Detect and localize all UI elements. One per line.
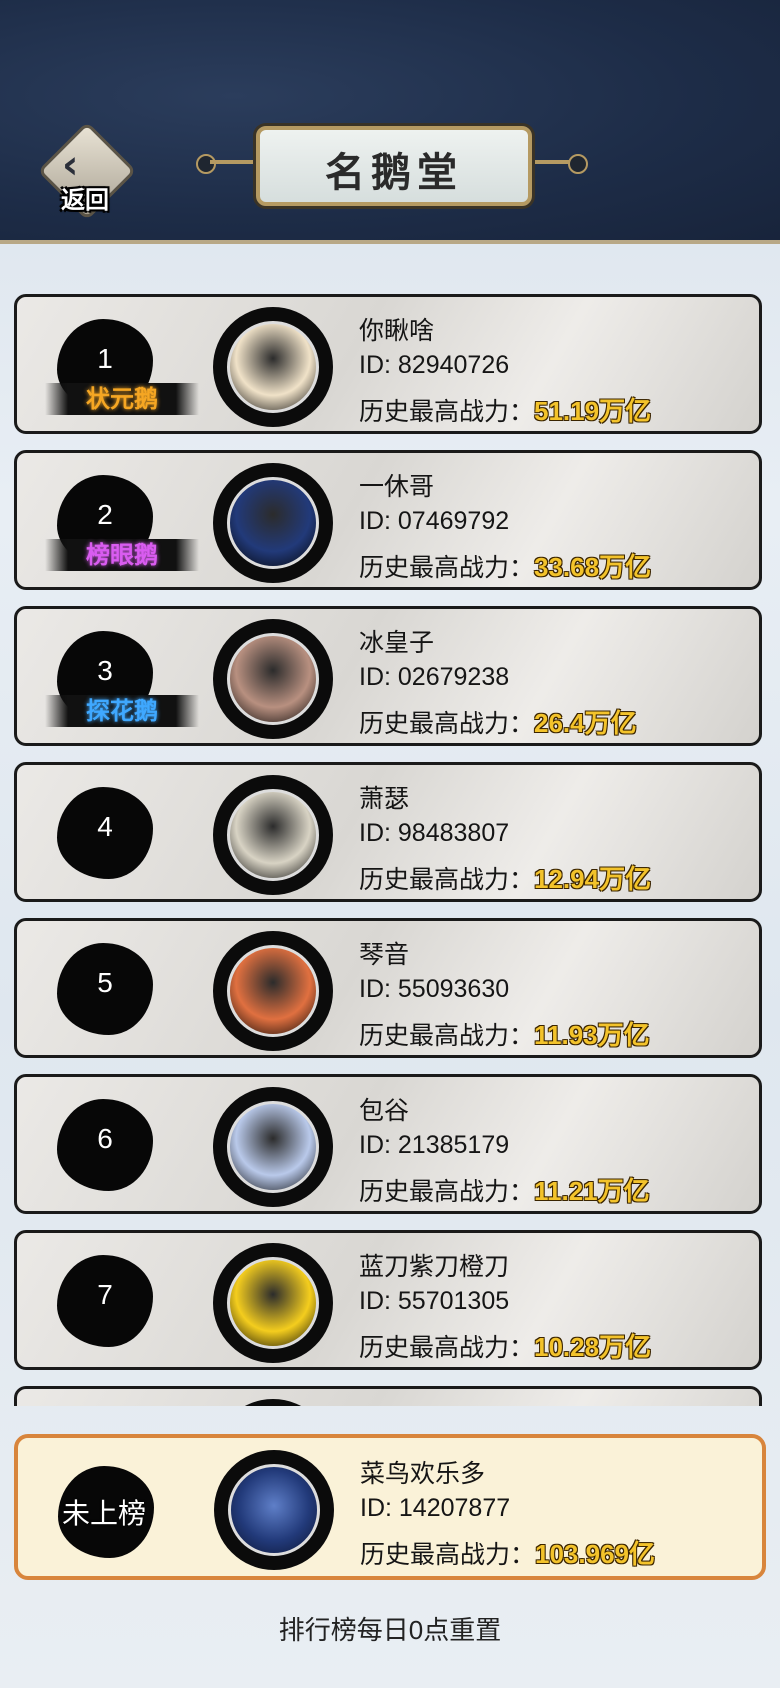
player-id: ID: 55701305 bbox=[359, 1287, 510, 1315]
leaderboard-list[interactable]: 1 状元鹅 你瞅啥 ID: 82940726 历史最高战力：51.19万亿 2 … bbox=[0, 244, 780, 1406]
power-line: 历史最高战力：33.68万亿 bbox=[359, 547, 651, 584]
power-line: 历史最高战力：12.94万亿 bbox=[359, 859, 651, 896]
rank-number: 2 bbox=[97, 499, 113, 530]
rank-row[interactable]: 7 蓝刀紫刀橙刀 ID: 55701305 历史最高战力：10.28万亿 bbox=[14, 1230, 762, 1370]
avatar-frame bbox=[213, 1087, 333, 1207]
player-name: 一休哥 bbox=[359, 473, 435, 501]
rank-number: 1 bbox=[97, 343, 113, 374]
rank-number: 4 bbox=[97, 811, 113, 842]
rank-title-tag: 探花鹅 bbox=[45, 695, 199, 727]
rank-title-tag: 榜眼鹅 bbox=[45, 539, 199, 571]
back-label: 返回 bbox=[61, 185, 109, 214]
power-label: 历史最高战力： bbox=[359, 866, 535, 894]
power-label: 历史最高战力： bbox=[360, 1541, 536, 1569]
avatar-frame bbox=[213, 1243, 333, 1363]
rank-title-text: 探花鹅 bbox=[86, 696, 158, 725]
player-name: 你瞅啥 bbox=[359, 317, 435, 345]
power-label: 历史最高战力： bbox=[359, 1178, 535, 1206]
rank-number: 6 bbox=[97, 1123, 113, 1154]
goose-avatar[interactable] bbox=[227, 1257, 319, 1349]
power-line: 历史最高战力：26.4万亿 bbox=[359, 703, 637, 740]
fortune-cat-avatar[interactable] bbox=[227, 945, 319, 1037]
player-name: 琴音 bbox=[359, 941, 410, 969]
power-line: 历史最高战力：10.28万亿 bbox=[359, 1327, 651, 1364]
power-value: 33.68万亿 bbox=[534, 552, 652, 582]
rank-row[interactable]: 2 榜眼鹅 一休哥 ID: 07469792 历史最高战力：33.68万亿 bbox=[14, 450, 762, 590]
avatar-frame bbox=[213, 775, 333, 895]
power-line: 历史最高战力：11.93万亿 bbox=[359, 1015, 650, 1052]
my-name: 菜鸟欢乐多 bbox=[360, 1460, 486, 1488]
player-id: ID: 21385179 bbox=[359, 1131, 510, 1159]
player-name: 冰皇子 bbox=[359, 629, 435, 657]
my-rank-row: 未上榜 菜鸟欢乐多 ID: 14207877 历史最高战力：103.969亿 bbox=[14, 1434, 766, 1580]
rank-row[interactable]: 3 探花鹅 冰皇子 ID: 02679238 历史最高战力：26.4万亿 bbox=[14, 606, 762, 746]
rank-row[interactable]: 5 琴音 ID: 55093630 历史最高战力：11.93万亿 bbox=[14, 918, 762, 1058]
power-label: 历史最高战力： bbox=[359, 554, 535, 582]
ninja-avatar[interactable] bbox=[227, 477, 319, 569]
page-title: 名鹅堂 bbox=[325, 149, 463, 196]
anime-girl-avatar[interactable] bbox=[227, 1101, 319, 1193]
title-banner: 名鹅堂 bbox=[256, 126, 532, 206]
avatar-frame bbox=[214, 1450, 334, 1570]
my-rank-label: 未上榜 bbox=[61, 1498, 146, 1529]
player-id: ID: 02679238 bbox=[359, 663, 510, 691]
rank-number: 7 bbox=[97, 1279, 113, 1310]
my-power-line: 历史最高战力：103.969亿 bbox=[360, 1534, 655, 1571]
rank-title-text: 状元鹅 bbox=[86, 384, 158, 413]
cartoon-cat-avatar[interactable] bbox=[227, 789, 319, 881]
power-value: 10.28万亿 bbox=[534, 1332, 652, 1362]
back-button[interactable]: ‹ 返回 bbox=[32, 121, 137, 221]
power-value: 26.4万亿 bbox=[534, 708, 637, 738]
kids-photo-avatar[interactable] bbox=[227, 633, 319, 725]
power-label: 历史最高战力： bbox=[359, 398, 535, 426]
rank-row[interactable]: 4 萧瑟 ID: 98483807 历史最高战力：12.94万亿 bbox=[14, 762, 762, 902]
reset-note: 排行榜每日0点重置 bbox=[278, 1615, 502, 1645]
rank-title-tag: 状元鹅 bbox=[45, 383, 199, 415]
player-id: ID: 55093630 bbox=[359, 975, 510, 1003]
player-id: ID: 82940726 bbox=[359, 351, 510, 379]
rank-row[interactable]: 6 包谷 ID: 21385179 历史最高战力：11.21万亿 bbox=[14, 1074, 762, 1214]
my-power-value: 103.969亿 bbox=[535, 1539, 655, 1569]
player-id: ID: 07469792 bbox=[359, 507, 510, 535]
player-name: 包谷 bbox=[359, 1097, 410, 1125]
avatar-frame bbox=[213, 931, 333, 1051]
player-name: 蓝刀紫刀橙刀 bbox=[359, 1253, 510, 1281]
power-value: 11.21万亿 bbox=[534, 1176, 650, 1206]
ironman-avatar[interactable] bbox=[227, 321, 319, 413]
avatar-frame bbox=[213, 307, 333, 427]
player-id: ID: 98483807 bbox=[359, 819, 510, 847]
power-value: 12.94万亿 bbox=[534, 864, 652, 894]
header-bar: ‹ 返回 名鹅堂 bbox=[0, 0, 780, 244]
avatar-frame bbox=[213, 463, 333, 583]
power-value: 11.93万亿 bbox=[534, 1020, 650, 1050]
rank-row-partial[interactable] bbox=[14, 1386, 762, 1406]
avatar-frame bbox=[213, 619, 333, 739]
my-avatar[interactable] bbox=[228, 1464, 320, 1556]
avatar-frame bbox=[213, 1399, 333, 1406]
power-line: 历史最高战力：11.21万亿 bbox=[359, 1171, 650, 1208]
power-label: 历史最高战力： bbox=[359, 710, 535, 738]
rank-number: 5 bbox=[97, 967, 113, 998]
player-name: 萧瑟 bbox=[359, 785, 410, 813]
rank-row[interactable]: 1 状元鹅 你瞅啥 ID: 82940726 历史最高战力：51.19万亿 bbox=[14, 294, 762, 434]
power-label: 历史最高战力： bbox=[359, 1022, 535, 1050]
power-value: 51.19万亿 bbox=[534, 396, 652, 426]
rank-number: 3 bbox=[97, 655, 113, 686]
power-line: 历史最高战力：51.19万亿 bbox=[359, 391, 651, 428]
my-id: ID: 14207877 bbox=[360, 1494, 511, 1522]
power-label: 历史最高战力： bbox=[359, 1334, 535, 1362]
rank-title-text: 榜眼鹅 bbox=[86, 540, 158, 569]
